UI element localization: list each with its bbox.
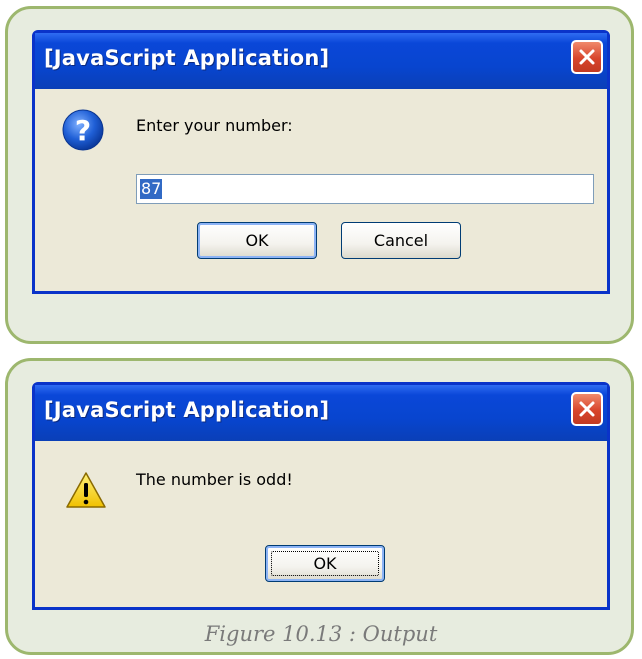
svg-text:?: ? bbox=[75, 114, 91, 147]
ok-label: OK bbox=[245, 231, 269, 250]
close-icon bbox=[579, 49, 595, 65]
alert-title: [JavaScript Application] bbox=[44, 398, 330, 422]
figure-caption: Figure 10.13 : Output bbox=[204, 622, 438, 646]
warning-icon bbox=[66, 472, 106, 508]
close-button[interactable] bbox=[571, 392, 603, 426]
question-icon: ? bbox=[62, 109, 104, 151]
cancel-button[interactable]: Cancel bbox=[341, 222, 461, 259]
prompt-title: [JavaScript Application] bbox=[44, 46, 330, 70]
number-input[interactable]: 87 bbox=[136, 174, 594, 204]
ok-button[interactable]: OK bbox=[197, 222, 317, 259]
prompt-dialog: [JavaScript Application] ? Enter your nu… bbox=[32, 30, 610, 294]
prompt-titlebar[interactable]: [JavaScript Application] bbox=[35, 33, 607, 89]
alert-dialog: [JavaScript Application] The number is o… bbox=[32, 382, 610, 610]
prompt-message: Enter your number: bbox=[136, 116, 293, 135]
cancel-label: Cancel bbox=[373, 231, 429, 250]
close-icon bbox=[579, 401, 595, 417]
close-button[interactable] bbox=[571, 40, 603, 74]
ok-label: OK bbox=[313, 554, 337, 573]
ok-button[interactable]: OK bbox=[265, 545, 385, 582]
alert-titlebar[interactable]: [JavaScript Application] bbox=[35, 385, 607, 441]
alert-message: The number is odd! bbox=[136, 470, 293, 489]
input-value: 87 bbox=[140, 179, 163, 199]
